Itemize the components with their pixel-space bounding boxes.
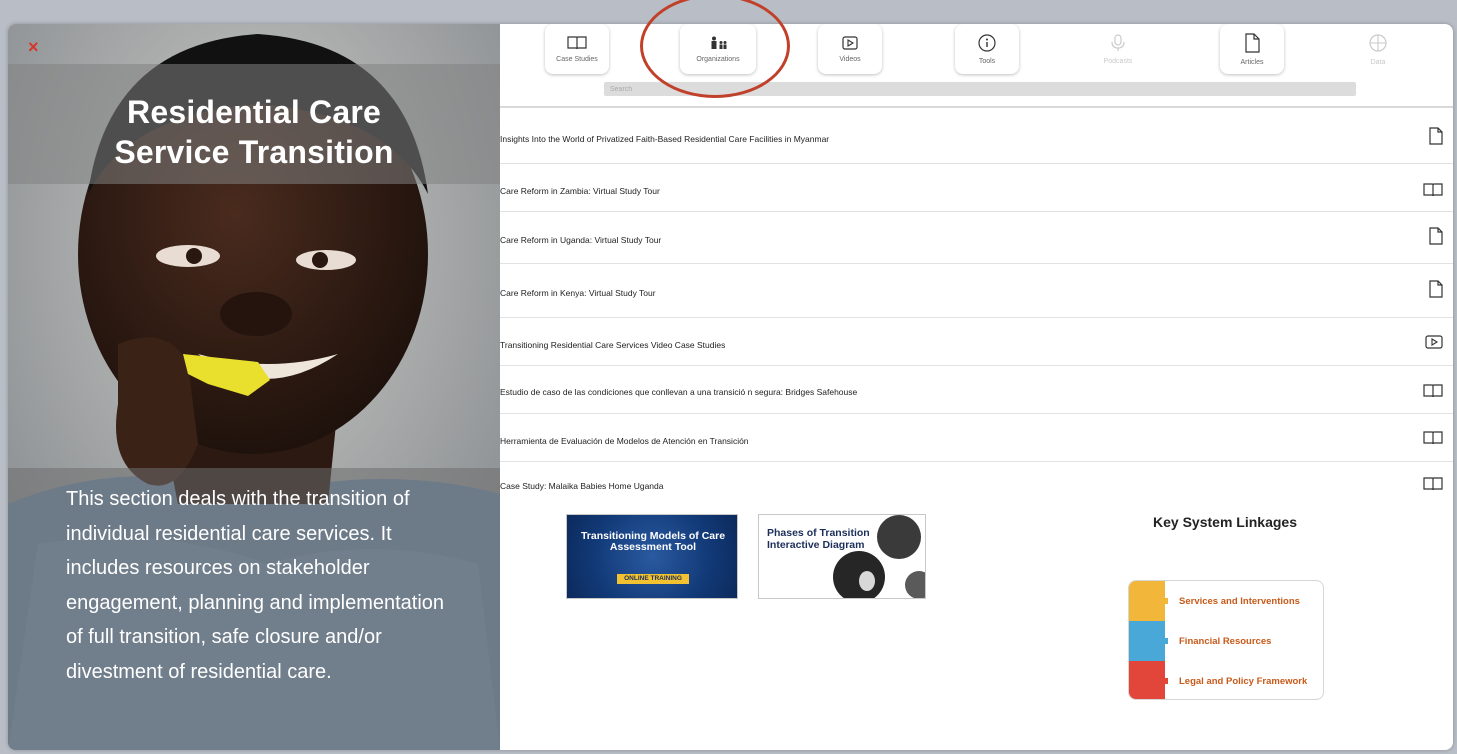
section-description: This section deals with the transition o…	[66, 488, 445, 683]
puzzle-nub	[1162, 638, 1168, 644]
filter-podcasts-button[interactable]: Podcasts	[1086, 24, 1150, 74]
resource-title: Insights Into the World of Privatized Fa…	[500, 134, 830, 144]
resource-panel: Case Studies Organizations Videos Tools …	[500, 24, 1453, 750]
resource-type-toolbar: Case Studies Organizations Videos Tools …	[500, 24, 1453, 108]
resource-title: Care Reform in Zambia: Virtual Study Tou…	[500, 186, 660, 196]
resource-title: Case Study: Malaika Babies Home Uganda	[500, 481, 664, 491]
toolbar-label: Tools	[978, 57, 996, 65]
key-linkages-title: Key System Linkages	[1153, 514, 1297, 530]
document-icon	[1429, 227, 1443, 245]
puzzle-nub	[1162, 678, 1168, 684]
microphone-icon	[1111, 33, 1125, 51]
search-input[interactable]	[604, 82, 1356, 96]
resource-row[interactable]: Care Reform in Uganda: Virtual Study Tou…	[500, 212, 1453, 264]
linkage-financial[interactable]: Financial Resources	[1129, 621, 1323, 661]
organizations-icon	[711, 36, 727, 49]
online-training-badge: ONLINE TRAINING	[617, 574, 689, 584]
resource-row[interactable]: Transitioning Residential Care Services …	[500, 318, 1453, 366]
filter-data-button[interactable]: Data	[1346, 24, 1410, 74]
book-icon	[1423, 384, 1443, 398]
filter-videos-button[interactable]: Videos	[818, 24, 882, 74]
document-icon	[1245, 32, 1260, 53]
toolbar-label: Data	[1370, 58, 1386, 66]
resource-row[interactable]: Insights Into the World of Privatized Fa…	[500, 110, 1453, 164]
resource-title: Care Reform in Uganda: Virtual Study Tou…	[500, 235, 662, 245]
book-icon	[567, 35, 587, 49]
filter-case-studies-button[interactable]: Case Studies	[545, 24, 609, 74]
linkage-label: Legal and Policy Framework	[1179, 676, 1308, 687]
section-hero-panel: × Residential Care Service Transition Th…	[8, 24, 500, 750]
section-title-line-2: Service Transition	[114, 134, 394, 170]
resource-row[interactable]: Estudio de caso de las condiciones que c…	[500, 366, 1453, 414]
linkage-label: Services and Interventions	[1179, 596, 1300, 607]
toolbar-label: Organizations	[696, 55, 740, 63]
linkage-legal[interactable]: Legal and Policy Framework	[1129, 661, 1323, 699]
puzzle-piece-icon	[1129, 661, 1165, 699]
close-button[interactable]: ×	[28, 38, 39, 56]
transition-diagram-banner[interactable]: Phases of Transition Interactive Diagram	[758, 514, 926, 599]
puzzle-piece-icon	[1129, 621, 1165, 661]
book-icon	[1423, 183, 1443, 197]
play-icon	[842, 35, 858, 50]
resource-title: Care Reform in Kenya: Virtual Study Tour	[500, 288, 656, 298]
puzzle-piece-icon	[1129, 581, 1165, 621]
diagram-photo	[833, 515, 925, 598]
resource-row[interactable]: Case Study: Malaika Babies Home Uganda	[500, 462, 1453, 502]
section-title: Residential Care Service Transition	[8, 92, 500, 172]
key-linkages-list: Services and Interventions Financial Res…	[1128, 580, 1324, 700]
section-title-line-1: Residential Care	[127, 94, 381, 130]
resource-title: Estudio de caso de las condiciones que c…	[500, 387, 858, 397]
info-icon	[978, 33, 996, 52]
play-icon	[1425, 335, 1443, 349]
linkage-label: Financial Resources	[1179, 636, 1272, 647]
filter-organizations-button[interactable]: Organizations	[680, 24, 756, 74]
assessment-tool-banner[interactable]: Transitioning Models of Care Assessment …	[566, 514, 738, 599]
document-icon	[1429, 127, 1443, 145]
resource-row[interactable]: Care Reform in Zambia: Virtual Study Tou…	[500, 164, 1453, 212]
toolbar-label: Podcasts	[1103, 57, 1133, 65]
toolbar-label: Articles	[1240, 58, 1264, 66]
assessment-tool-title: Transitioning Models of Care Assessment …	[580, 530, 726, 553]
toolbar-label: Videos	[839, 55, 861, 63]
resource-title: Transitioning Residential Care Services …	[500, 340, 726, 350]
book-icon	[1423, 431, 1443, 445]
filter-articles-button[interactable]: Articles	[1220, 24, 1284, 74]
book-icon	[1423, 477, 1443, 491]
filter-tools-button[interactable]: Tools	[955, 24, 1019, 74]
linkage-services[interactable]: Services and Interventions	[1129, 581, 1323, 621]
resource-modal: × Residential Care Service Transition Th…	[8, 24, 1453, 750]
toolbar-label: Case Studies	[556, 55, 598, 63]
globe-icon	[1369, 33, 1387, 52]
document-icon	[1429, 280, 1443, 298]
resource-row[interactable]: Care Reform in Kenya: Virtual Study Tour	[500, 264, 1453, 318]
resource-row[interactable]: Herramienta de Evaluación de Modelos de …	[500, 414, 1453, 462]
resource-title: Herramienta de Evaluación de Modelos de …	[500, 436, 749, 446]
puzzle-nub	[1162, 598, 1168, 604]
